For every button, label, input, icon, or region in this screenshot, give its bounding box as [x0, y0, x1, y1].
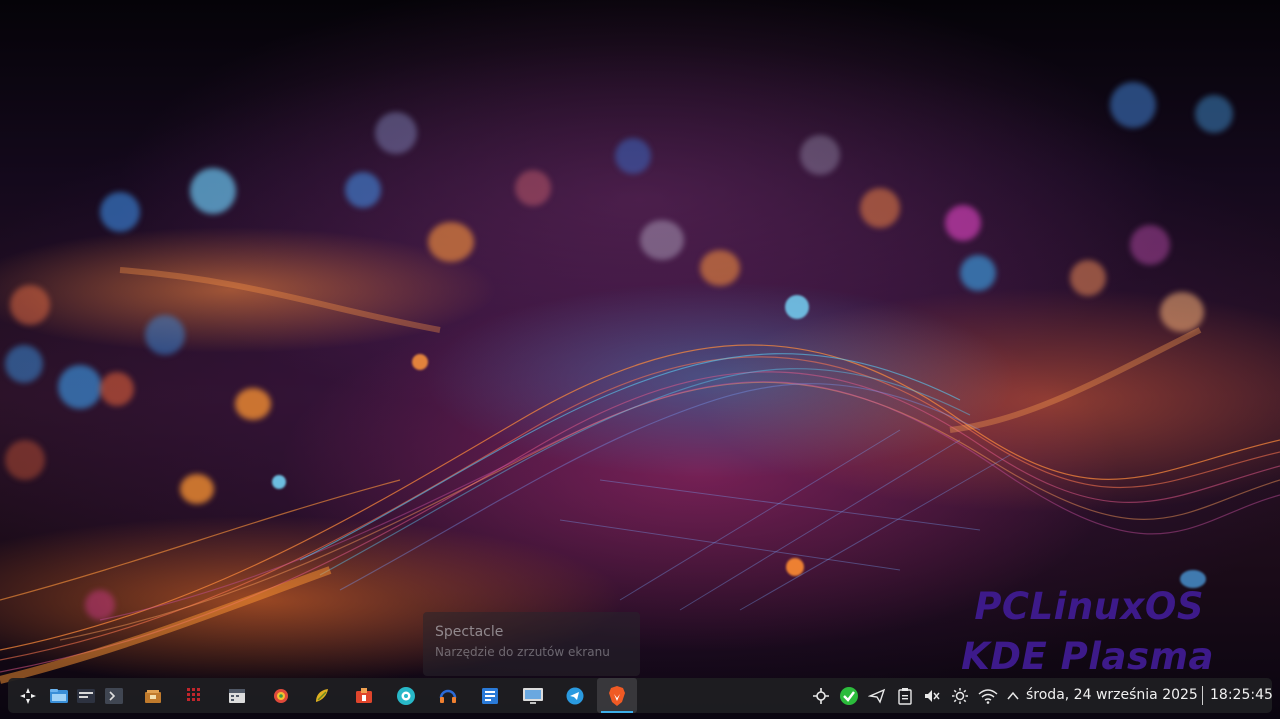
calculator-icon: [187, 687, 200, 701]
watermark-line2: KDE Plasma: [961, 635, 1214, 678]
watermark-line1: PCLinuxOS: [974, 585, 1204, 628]
task-system-settings[interactable]: [391, 678, 421, 713]
send-icon: [868, 688, 886, 704]
task-software-center[interactable]: [349, 678, 379, 713]
image-viewer-icon: [274, 688, 288, 703]
task-tooltip: Spectacle Narzędzie do zrzutów ekranu: [423, 612, 640, 676]
tray-volume[interactable]: [920, 678, 944, 713]
system-settings-icon: [397, 686, 415, 705]
tray-update-ok[interactable]: [837, 678, 861, 713]
tooltip-title: Spectacle: [435, 624, 504, 640]
task-image-viewer[interactable]: [266, 678, 296, 713]
brave-browser-icon: [609, 685, 625, 706]
clock-date[interactable]: środa, 24 września 2025: [1026, 678, 1198, 713]
clipboard-icon: [898, 687, 912, 705]
tray-clipboard[interactable]: [893, 678, 917, 713]
application-launcher-icon: [20, 687, 36, 704]
task-brave-browser[interactable]: [597, 678, 637, 713]
task-file-manager[interactable]: [44, 678, 74, 713]
taskbar-panel: środa, 24 września 2025 18:25:45: [8, 678, 1273, 713]
brightness-icon: [952, 687, 968, 704]
calendar-app-icon: [229, 688, 245, 703]
tooltip-subtitle: Narzędzie do zrzutów ekranu: [435, 645, 610, 659]
tray-brightness[interactable]: [948, 678, 972, 713]
kde-connect-icon: [813, 687, 829, 704]
task-telegram[interactable]: [560, 678, 590, 713]
remote-desktop-icon: [523, 687, 543, 704]
task-calendar-app[interactable]: [222, 678, 252, 713]
task-package-manager[interactable]: [138, 678, 168, 713]
tray-wifi[interactable]: [976, 678, 1000, 713]
task-system-monitor[interactable]: [71, 678, 101, 713]
clock-time[interactable]: 18:25:45: [1210, 678, 1273, 713]
desktop: PCLinuxOS KDE Plasma Spectacle Narzędzie…: [0, 0, 1280, 719]
terminal-icon: [105, 687, 123, 704]
tray-expand[interactable]: [1001, 678, 1025, 713]
expand-tray-icon: [1007, 691, 1019, 699]
software-center-icon: [356, 687, 372, 703]
task-remote-desktop[interactable]: [518, 678, 548, 713]
clock-separator: [1202, 686, 1203, 705]
archive-manager-icon: [316, 688, 328, 702]
audio-player-icon: [439, 689, 457, 703]
task-archive-manager[interactable]: [307, 678, 337, 713]
volume-muted-icon: [925, 689, 940, 702]
wifi-icon: [978, 688, 998, 704]
task-office-document[interactable]: [475, 678, 505, 713]
system-monitor-icon: [77, 688, 95, 703]
package-manager-icon: [145, 689, 161, 703]
telegram-icon: [566, 687, 584, 704]
file-manager-icon: [50, 688, 68, 703]
tray-send[interactable]: [865, 678, 889, 713]
task-audio-player[interactable]: [433, 678, 463, 713]
office-document-icon: [482, 687, 498, 704]
application-launcher-button[interactable]: [13, 678, 43, 713]
task-terminal[interactable]: [99, 678, 129, 713]
update-ok-icon: [840, 686, 858, 705]
task-calculator[interactable]: [179, 678, 209, 713]
tray-kde-connect[interactable]: [809, 678, 833, 713]
